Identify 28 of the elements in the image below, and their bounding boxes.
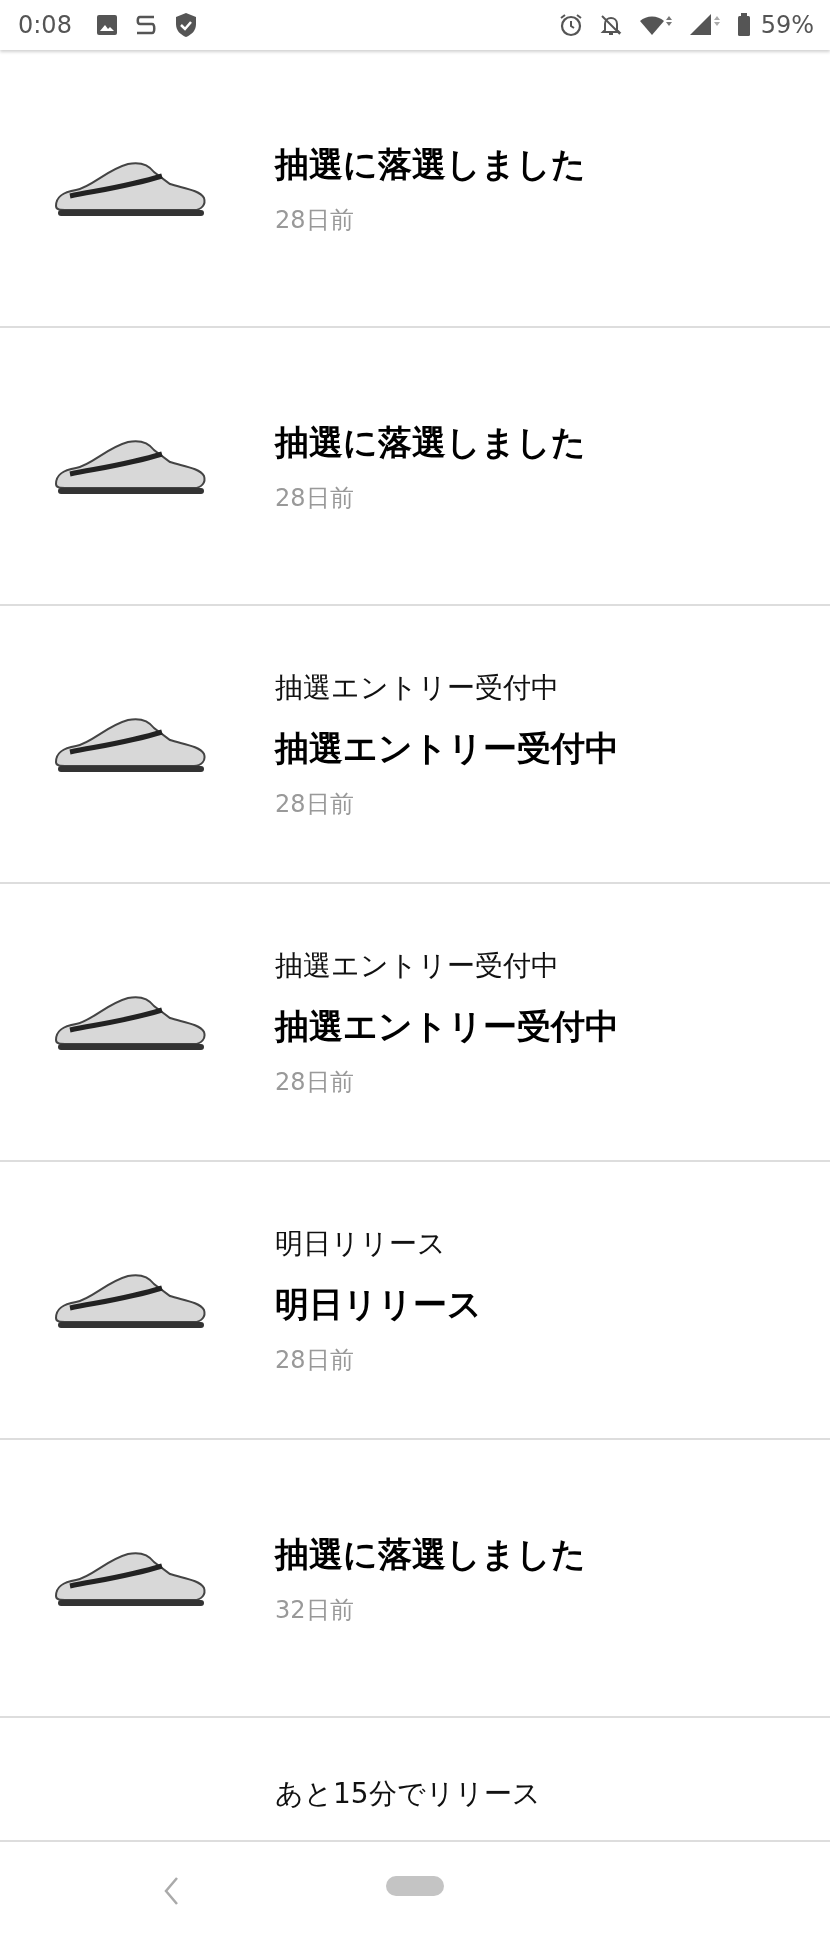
signal-icon — [688, 13, 721, 37]
notification-time: 28日前 — [275, 788, 355, 820]
s-icon — [133, 13, 158, 37]
alarm-icon — [558, 13, 583, 37]
notification-time: 28日前 — [275, 1066, 355, 1098]
notification-subtitle: 抽選エントリー受付中 — [275, 947, 560, 984]
notification-time: 28日前 — [275, 482, 355, 514]
image-icon — [95, 14, 118, 36]
notification-title: 抽選に落選しました — [275, 1532, 586, 1576]
notification-title: 抽選エントリー受付中 — [275, 1004, 619, 1048]
notification-subtitle: あと15分でリリース — [275, 1776, 541, 1812]
status-time: 0:08 — [18, 10, 72, 41]
notification-title: 抽選に落選しました — [275, 420, 586, 464]
notification-subtitle: 抽選エントリー受付中 — [275, 669, 560, 706]
notification-time: 28日前 — [275, 204, 355, 236]
notification-title: 抽選に落選しました — [275, 142, 586, 186]
battery-percent: 59% — [760, 10, 814, 41]
bell-off-icon — [598, 13, 623, 37]
back-icon[interactable] — [163, 1876, 179, 1906]
shield-icon — [173, 12, 198, 38]
wifi-icon — [638, 13, 673, 37]
notification-time: 28日前 — [275, 1344, 355, 1376]
notification-subtitle: 明日リリース — [275, 1225, 447, 1262]
home-handle[interactable] — [386, 1876, 444, 1896]
notification-title: 明日リリース — [275, 1282, 482, 1326]
notification-title: 抽選エントリー受付中 — [275, 726, 619, 770]
battery-icon — [736, 13, 751, 37]
notification-time: 32日前 — [275, 1594, 355, 1626]
